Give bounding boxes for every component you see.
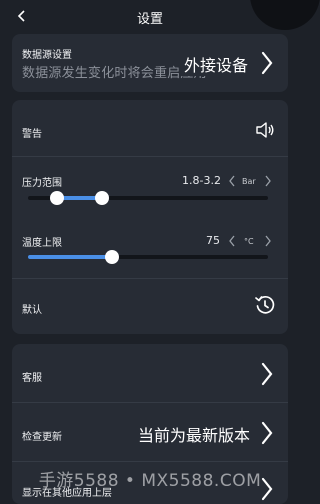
- update-status: 当前为最新版本: [137, 426, 250, 445]
- pressure-unit: Bar: [242, 177, 256, 186]
- temperature-unit: °C: [244, 237, 254, 246]
- restore-icon[interactable]: [254, 294, 276, 316]
- temperature-slider[interactable]: [28, 250, 268, 264]
- chevron-right-icon: [261, 51, 273, 75]
- support-row[interactable]: 客服: [12, 344, 288, 402]
- chevron-right-icon: [261, 421, 273, 445]
- default-label: 默认: [22, 305, 42, 316]
- data-source-label: 数据源设置: [22, 50, 72, 61]
- support-label: 客服: [22, 373, 42, 384]
- check-update-row[interactable]: 检查更新 当前为最新版本: [12, 403, 288, 461]
- temperature-value: 75: [206, 234, 220, 247]
- watermark: 手游5588 • MX5588.COM: [38, 471, 262, 491]
- alarm-label: 警告: [22, 129, 42, 140]
- divider: [12, 278, 288, 279]
- temperature-decrease-icon[interactable]: [228, 235, 236, 247]
- header: 设置: [0, 0, 300, 34]
- temperature-increase-icon[interactable]: [264, 235, 272, 247]
- check-update-label: 检查更新: [22, 432, 62, 443]
- pressure-slider-low-handle[interactable]: [49, 191, 64, 205]
- temperature-label: 温度上限: [22, 238, 62, 249]
- pressure-slider[interactable]: [28, 191, 268, 205]
- pressure-value: 1.8-3.2: [182, 174, 221, 187]
- data-source-value: 外接设备: [179, 52, 248, 76]
- temperature-slider-fill: [28, 255, 112, 259]
- pressure-decrease-icon[interactable]: [228, 175, 236, 187]
- alarm-settings-card: 警告 压力范围 1.8-3.2 Bar 温度上限 75 °C 默认: [12, 100, 288, 334]
- divider: [12, 156, 288, 157]
- pressure-slider-high-handle[interactable]: [95, 191, 110, 205]
- data-source-row[interactable]: 数据源设置 数据源发生变化时将会重启应用 外接设备: [12, 34, 288, 92]
- temperature-slider-handle[interactable]: [105, 250, 119, 264]
- speaker-icon[interactable]: [254, 119, 276, 141]
- page-title: 设置: [136, 12, 163, 27]
- chevron-right-icon: [261, 362, 273, 386]
- pressure-label: 压力范围: [22, 178, 62, 189]
- pressure-increase-icon[interactable]: [264, 175, 272, 187]
